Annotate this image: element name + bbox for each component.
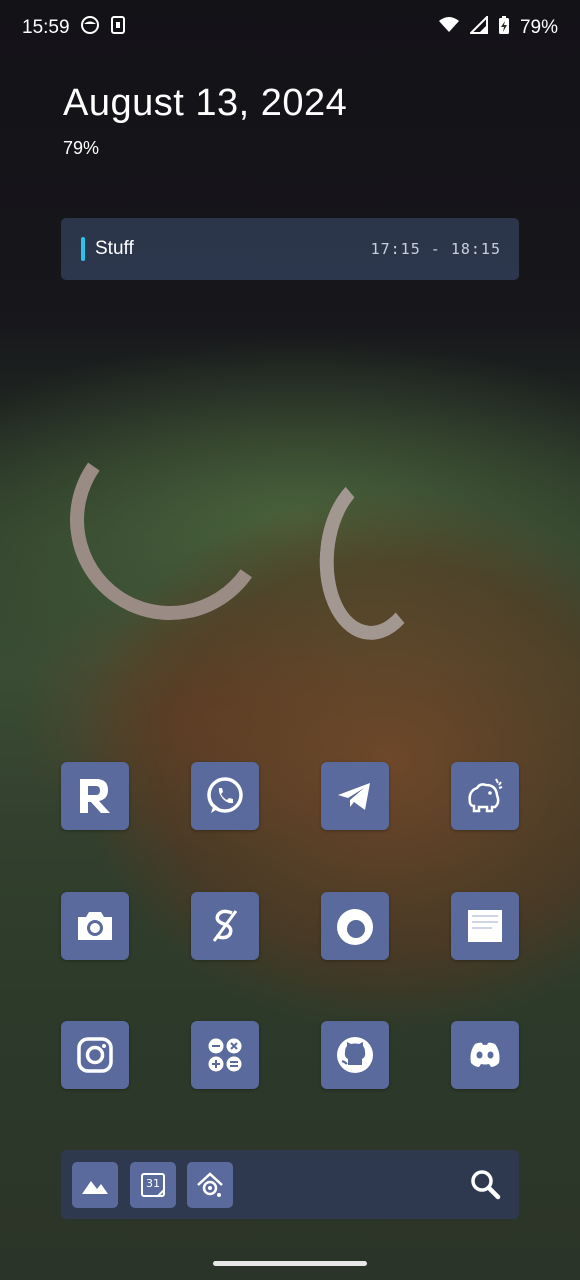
gallery-icon [82,1174,108,1194]
firefox-icon [337,909,373,945]
app-instagram[interactable] [61,1021,129,1089]
calendar-event-widget[interactable]: Stuff 17:15 - 18:15 [61,218,519,280]
whatsapp-icon [207,777,243,813]
status-battery-percent: 79% [519,17,558,38]
camera-icon [78,912,112,940]
app-relay[interactable] [61,762,129,830]
app-whatsapp[interactable] [191,762,259,830]
app-notes[interactable] [451,892,519,960]
app-calculator[interactable] [191,1021,259,1089]
instagram-icon [77,1037,113,1073]
dock-app-home-assistant[interactable] [187,1162,233,1208]
app-elephant[interactable] [451,762,519,830]
gesture-nav-handle[interactable] [213,1261,367,1266]
app-camera[interactable] [61,892,129,960]
home-assistant-icon [197,1172,223,1197]
dock: 31 [61,1150,519,1219]
relay-icon [80,779,110,813]
notes-icon [468,910,502,942]
app-discord[interactable] [451,1021,519,1089]
app-github[interactable] [321,1021,389,1089]
search-icon [471,1170,501,1200]
status-bar: 15:59 79% [0,0,580,56]
ghost-icon [80,15,100,41]
app-splitwise[interactable] [191,892,259,960]
splitwise-icon [212,909,238,942]
wallpaper-horn-right [312,465,438,645]
signal-icon [468,14,488,40]
event-time: 17:15 - 18:15 [370,240,501,258]
status-time: 15:59 [22,17,70,38]
telegram-icon [338,783,370,810]
dock-app-calendar[interactable]: 31 [130,1162,176,1208]
calculator-icon [208,1038,242,1072]
github-icon [337,1037,373,1073]
sim-card-icon [110,15,126,41]
dock-search-button[interactable] [467,1166,503,1202]
date-widget-date[interactable]: August 13, 2024 [63,82,347,125]
discord-icon [470,1042,500,1067]
event-left: Stuff [81,237,134,261]
status-left: 15:59 [22,15,126,41]
calendar-day-number: 31 [146,1177,160,1190]
elephant-icon [468,778,503,813]
event-color-bar [81,237,85,261]
wifi-icon [438,16,460,40]
app-firefox[interactable] [321,892,389,960]
dock-app-gallery[interactable] [72,1162,118,1208]
wallpaper-horn-left [54,404,286,636]
event-title: Stuff [95,238,134,259]
status-right: 79% [438,14,558,41]
battery-charging-icon [498,15,510,41]
app-telegram[interactable] [321,762,389,830]
date-widget-battery: 79% [63,138,100,158]
